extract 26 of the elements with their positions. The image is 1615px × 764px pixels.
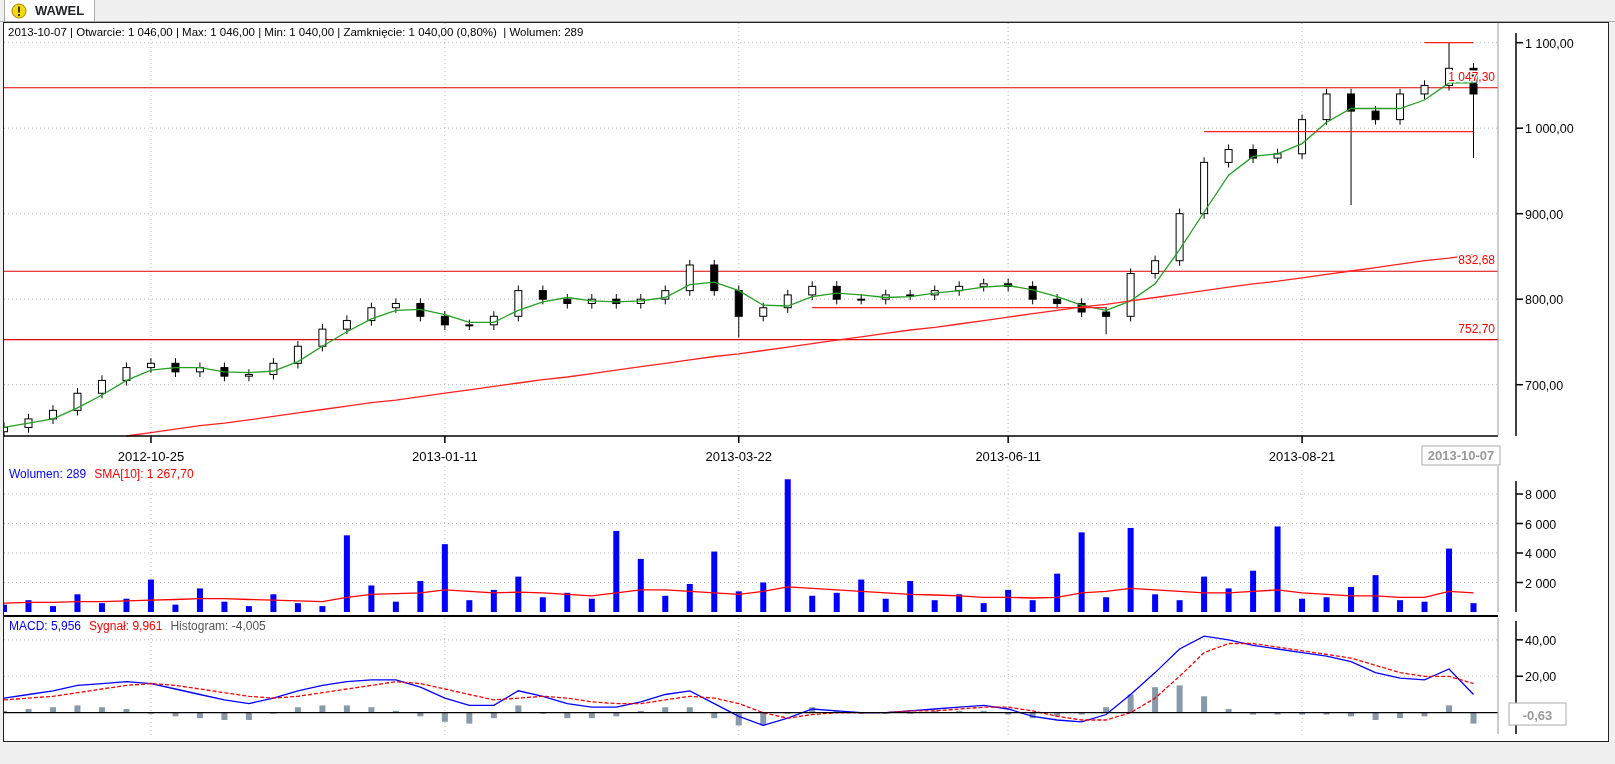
- legend-label: Histogram: -4,005: [170, 619, 266, 633]
- axis-tick-label: 1 000,00: [1525, 122, 1574, 137]
- axis-tick-label: 40,00: [1525, 633, 1557, 648]
- level-label: 832,68: [1458, 253, 1495, 268]
- date-label: 2013-03-22: [705, 449, 772, 464]
- legend-label: Wolumen: 289: [9, 467, 87, 481]
- axis-tick-label: 8 000: [1525, 488, 1557, 502]
- legend-label: SMA[10]: 1 267,70: [94, 467, 194, 481]
- axis-tick-label: 6 000: [1525, 517, 1557, 532]
- axis-tick-label: 20,00: [1525, 670, 1557, 685]
- date-label: 2013-06-11: [975, 449, 1041, 464]
- axis-tick-label: 800,00: [1525, 293, 1564, 308]
- date-label: 2012-10-25: [117, 449, 185, 464]
- axis-tick-label: 1 100,00: [1525, 36, 1574, 51]
- axis-tick-label: 700,00: [1525, 378, 1564, 393]
- axis-tick-label: 900,00: [1525, 207, 1564, 222]
- date-label: 2013-01-11: [412, 449, 478, 464]
- legend-label: MACD: 5,956: [9, 619, 82, 633]
- quote-info-text: 2013-10-07 | Otwarcie: 1 046,00 | Max: 1 046,00 | Min: 1 040,00 | Zamknięcie: 1 040,00 (0,80%) | Wolumen: 289: [8, 26, 584, 38]
- current-value-label: -0,63: [1508, 702, 1567, 726]
- cursor-date-label: 2013-10-07: [1421, 445, 1501, 466]
- date-label: 2013-08-21: [1268, 449, 1336, 464]
- level-label: 752,70: [1458, 321, 1495, 336]
- axis-tick-label: 4 000: [1525, 547, 1557, 561]
- axis-tick-label: 2 000: [1525, 576, 1557, 591]
- legend-label: Sygnał: 9,961: [89, 619, 163, 633]
